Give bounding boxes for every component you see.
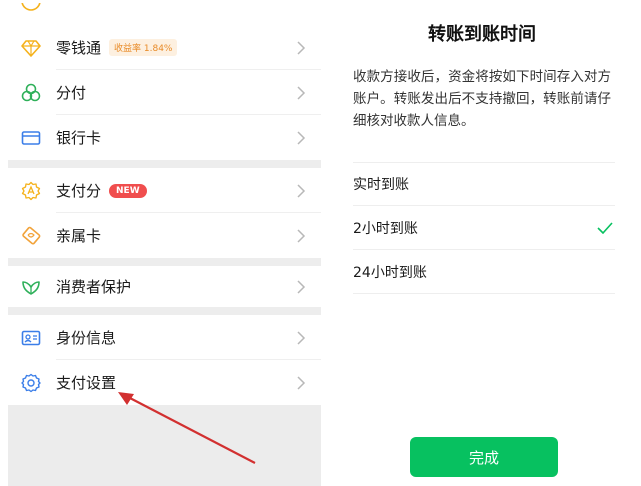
menu-item-balance-plus[interactable]: 零钱通 收益率 1.84% — [8, 25, 321, 70]
menu-item-family-card[interactable]: 亲属卡 — [8, 213, 321, 258]
menu-item-label: 亲属卡 — [56, 227, 102, 245]
id-card-icon — [21, 328, 41, 348]
checkmark-icon — [597, 222, 613, 235]
panel-description: 收款方接收后，资金将按如下时间存入对方账户。转账发出后不支持撤回，转账前请仔细核… — [353, 69, 611, 129]
menu-item-pay-score[interactable]: 支付分 NEW — [8, 168, 321, 213]
chevron-right-icon — [296, 279, 306, 294]
family-card-icon — [21, 226, 41, 246]
diamond-icon — [21, 38, 41, 58]
chevron-right-icon — [296, 375, 306, 390]
chevron-right-icon — [296, 330, 306, 345]
wallet-menu-panel: 零钱通 收益率 1.84% 分付 银行卡 支付分 NEW 亲属卡 消费者保护 身… — [8, 0, 321, 486]
option-24-hours[interactable]: 24小时到账 — [353, 250, 615, 294]
menu-item-payment-settings[interactable]: 支付设置 — [8, 360, 321, 405]
divider — [353, 162, 615, 163]
chevron-right-icon — [296, 130, 306, 145]
chevron-right-icon — [296, 40, 306, 55]
partial-top-row — [8, 0, 321, 12]
chevron-right-icon — [296, 228, 306, 243]
menu-item-label: 支付分 — [56, 182, 102, 200]
card-icon — [21, 128, 41, 148]
option-label: 实时到账 — [353, 177, 409, 193]
transfer-time-panel: 转账到账时间 收款方接收后，资金将按如下时间存入对方账户。转账发出后不支持撤回，… — [323, 0, 641, 486]
chevron-right-icon — [296, 85, 306, 100]
new-badge: NEW — [109, 183, 147, 198]
shield-leaf-icon — [21, 277, 41, 297]
panel-title: 转账到账时间 — [428, 24, 536, 45]
menu-item-label: 银行卡 — [56, 129, 102, 147]
menu-item-installment-pay[interactable]: 分付 — [8, 70, 321, 115]
option-label: 2小时到账 — [353, 221, 418, 237]
yield-rate-badge: 收益率 1.84% — [109, 39, 178, 56]
section-gap — [8, 307, 321, 315]
gear-icon — [21, 373, 41, 393]
menu-item-label: 支付设置 — [56, 374, 117, 392]
menu-item-label: 消费者保护 — [56, 278, 132, 296]
menu-item-label: 分付 — [56, 84, 87, 102]
menu-item-bank-card[interactable]: 银行卡 — [8, 115, 321, 160]
menu-item-identity-info[interactable]: 身份信息 — [8, 315, 321, 360]
score-icon — [21, 181, 41, 201]
option-2-hours[interactable]: 2小时到账 — [353, 206, 615, 250]
option-realtime[interactable]: 实时到账 — [353, 162, 615, 206]
menu-item-label: 身份信息 — [56, 329, 117, 347]
menu-item-label: 零钱通 — [56, 39, 102, 57]
done-button[interactable]: 完成 — [410, 437, 558, 477]
menu-item-consumer-protection[interactable]: 消费者保护 — [8, 264, 321, 309]
divider — [353, 293, 615, 294]
chevron-right-icon — [296, 183, 306, 198]
section-gap — [8, 160, 321, 168]
empty-background — [8, 405, 321, 486]
option-label: 24小时到账 — [353, 265, 427, 281]
clover-icon — [21, 83, 41, 103]
